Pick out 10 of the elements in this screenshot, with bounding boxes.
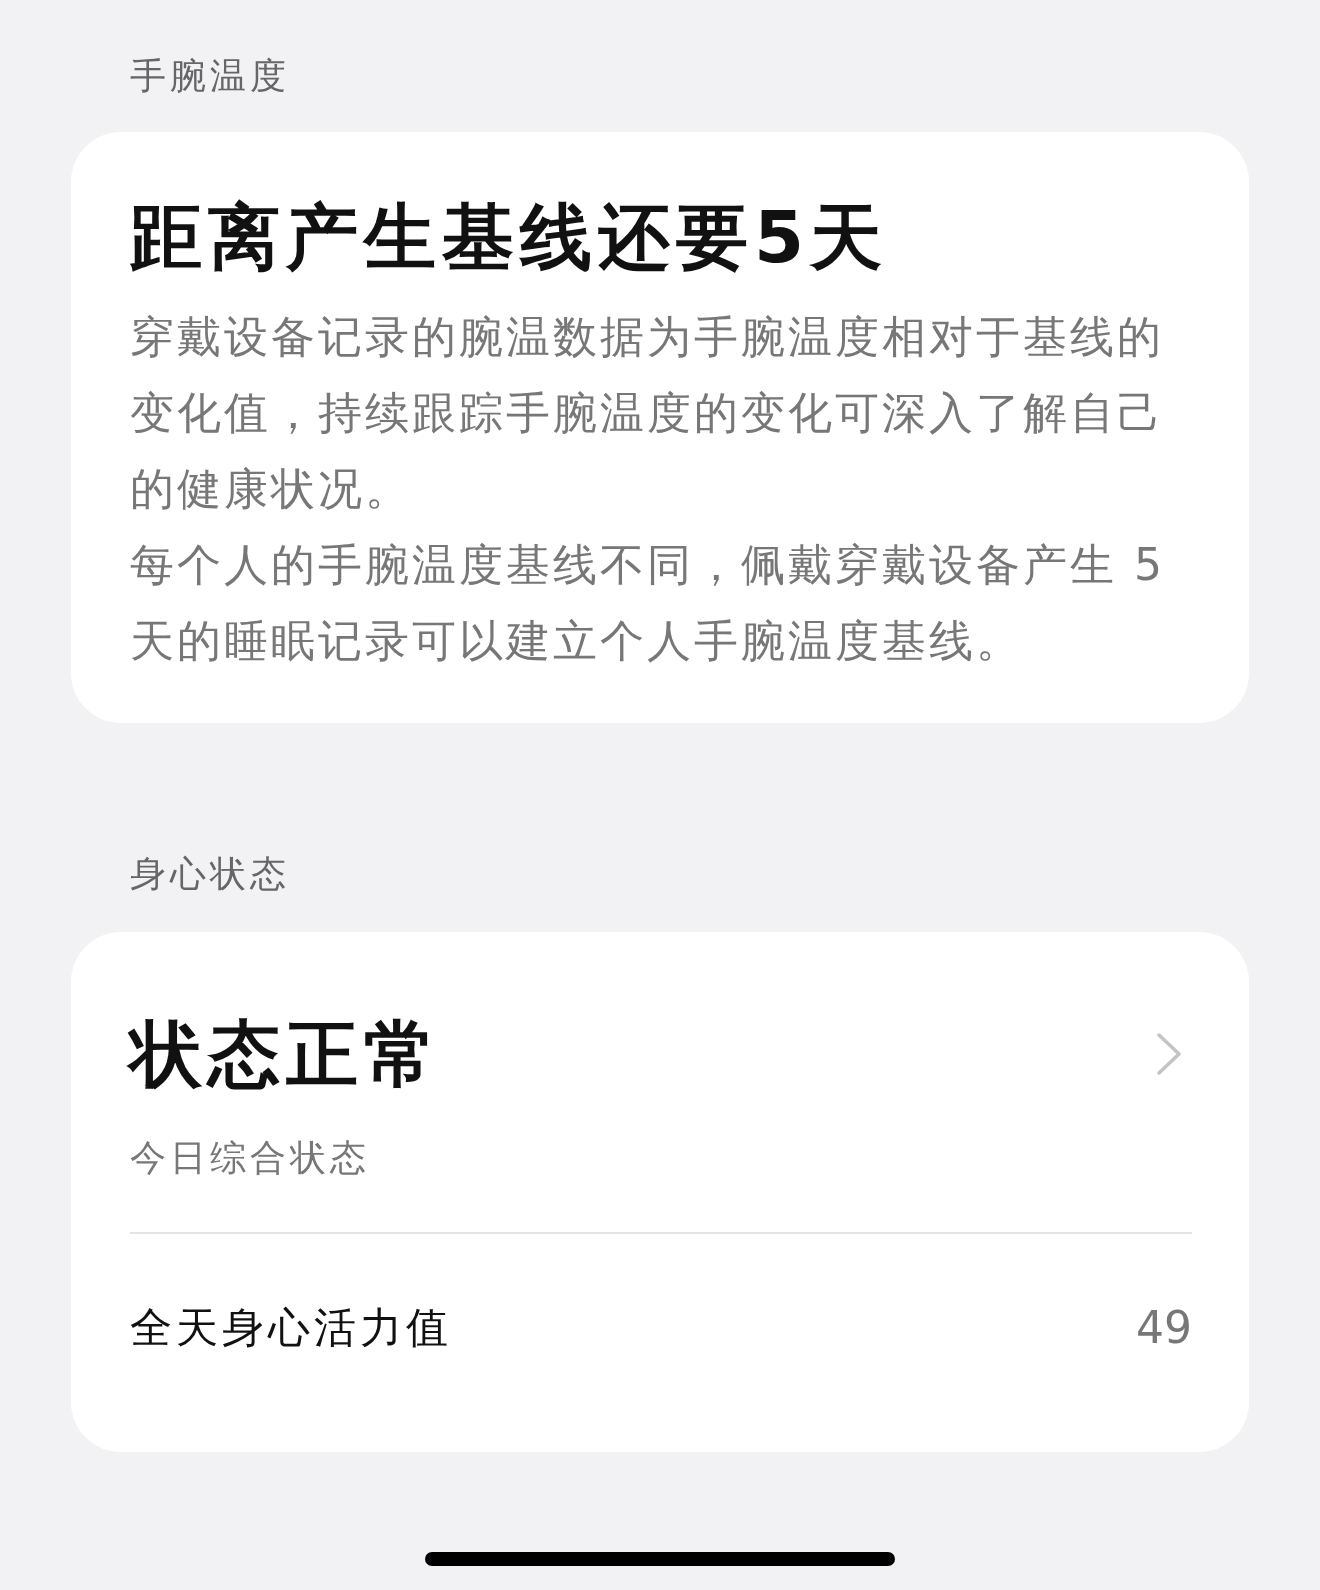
card-title: 距离产生基线还要5天 (130, 194, 890, 281)
card-subtitle: 今日综合状态 (130, 1136, 371, 1180)
chevron-right-icon (1156, 1032, 1182, 1076)
metric-value: 49 (1136, 1301, 1192, 1355)
section-title: 身心状态 (130, 852, 291, 896)
section-title: 手腕温度 (130, 54, 291, 98)
description-text: 每个人的手腕温度基线不同，佩戴穿戴设备产生 5 天的睡眠记录可以建立个人手腕温度基线。 (130, 538, 1166, 668)
status-card[interactable]: 状态正常 今日综合状态 全天身心活力值 49 (71, 932, 1249, 1452)
description-text: 穿戴设备记录的腕温数据为手腕温度相对于基线的变化值，持续跟踪手腕温度的变化可深入了解自己的健康状况。 (130, 310, 1165, 516)
metric-label: 全天身心活力值 (130, 1302, 452, 1354)
